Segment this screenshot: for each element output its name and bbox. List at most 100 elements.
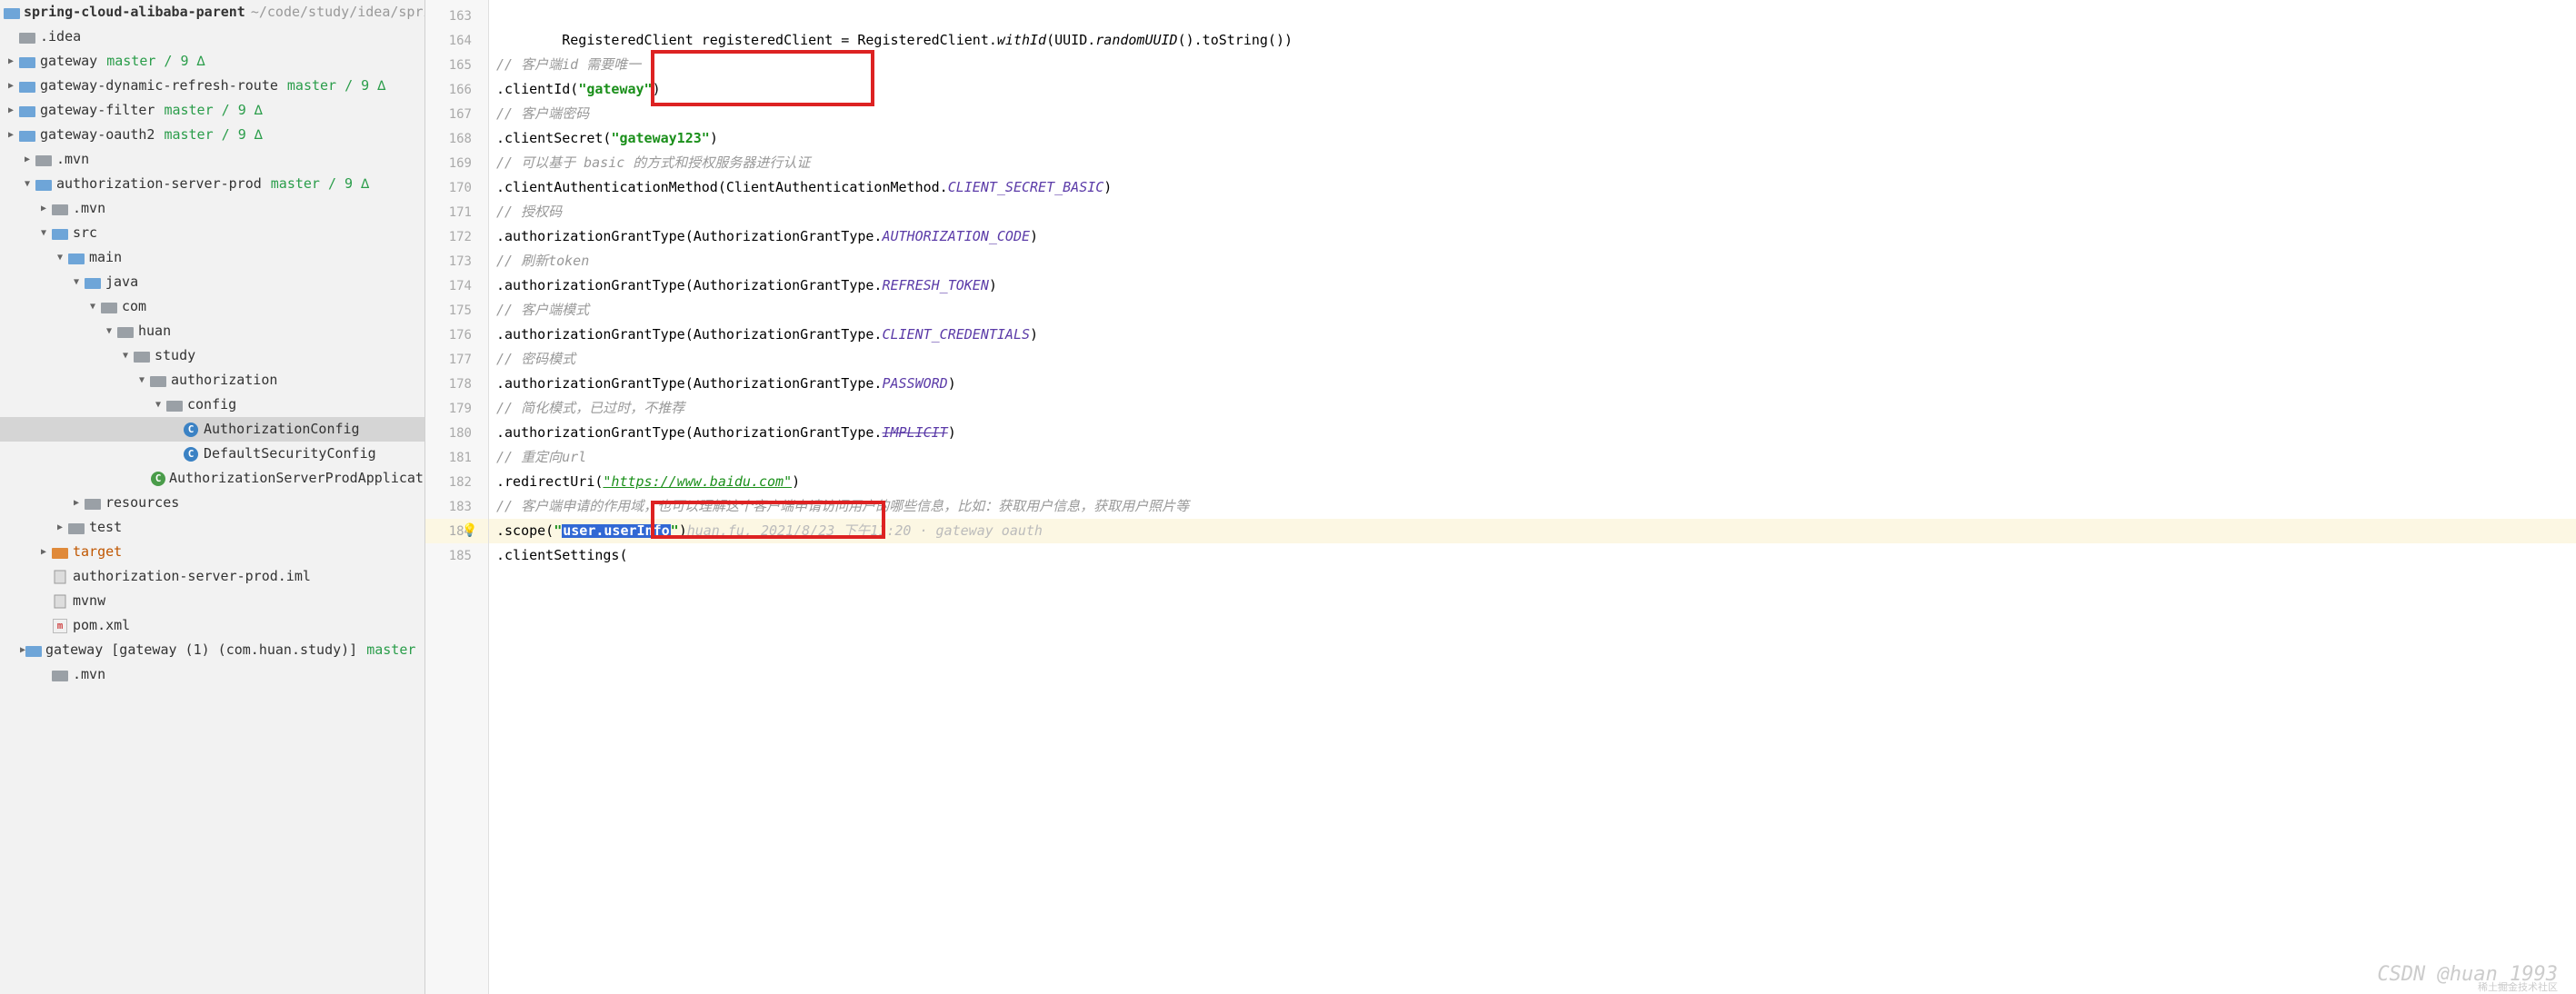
code-line-181[interactable]: // 重定向url <box>489 445 2576 470</box>
expand-arrow[interactable]: ▶ <box>69 499 84 508</box>
code-line-169[interactable]: // 可以基于 basic 的方式和授权服务器进行认证 <box>489 151 2576 175</box>
tree-item-study[interactable]: ▼study <box>0 343 424 368</box>
tree-item-mvnw[interactable]: mvnw <box>0 589 424 613</box>
folder-orange-icon <box>51 544 69 561</box>
tree-item-authorization-server-prod-iml[interactable]: authorization-server-prod.iml <box>0 564 424 589</box>
gutter-line-168[interactable]: 168 <box>425 126 488 151</box>
code-line-180[interactable]: .authorizationGrantType(AuthorizationGra… <box>489 421 2576 445</box>
gutter-line-167[interactable]: 167 <box>425 102 488 126</box>
tree-item-gateway[interactable]: ▶gatewaymaster / 9 ∆ <box>0 49 424 74</box>
project-tree[interactable]: spring-cloud-alibaba-parent ~/code/study… <box>0 0 425 994</box>
tree-item--mvn[interactable]: ▶ .mvn <box>0 196 424 221</box>
tree-item-com[interactable]: ▼com <box>0 294 424 319</box>
tree-item-config[interactable]: ▼config <box>0 393 424 417</box>
expand-arrow[interactable]: ▶ <box>36 548 51 557</box>
gutter-line-172[interactable]: 172 <box>425 224 488 249</box>
tree-item-pom-xml[interactable]: mpom.xml <box>0 613 424 638</box>
code-line-168[interactable]: .clientSecret("gateway123") <box>489 126 2576 151</box>
editor[interactable]: RegisteredClient registeredClient = Regi… <box>489 0 2576 994</box>
gutter-line-171[interactable]: 171 <box>425 200 488 224</box>
tree-item-label: DefaultSecurityConfig <box>204 447 376 461</box>
code-line-176[interactable]: .authorizationGrantType(AuthorizationGra… <box>489 323 2576 347</box>
tree-item-src[interactable]: ▼src <box>0 221 424 245</box>
gutter-line-180[interactable]: 180 <box>425 421 488 445</box>
expand-arrow[interactable]: ▼ <box>102 327 116 336</box>
tree-root[interactable]: spring-cloud-alibaba-parent ~/code/study… <box>0 0 424 25</box>
gutter-line-181[interactable]: 181 <box>425 445 488 470</box>
expand-arrow[interactable]: ▶ <box>20 155 35 164</box>
gutter-line-179[interactable]: 179 <box>425 396 488 421</box>
tree-item-gateway-oauth2[interactable]: ▶gateway-oauth2master / 9 ∆ <box>0 123 424 147</box>
expand-arrow[interactable]: ▼ <box>69 278 84 287</box>
gutter-line-166[interactable]: 166 <box>425 77 488 102</box>
gutter-line-176[interactable]: 176 <box>425 323 488 347</box>
tree-item-gateway--gateway--1---com-huan-study--[interactable]: ▶gateway [gateway (1) (com.huan.study)]m… <box>0 638 424 662</box>
code-line-175[interactable]: // 客户端模式 <box>489 298 2576 323</box>
tree-root-hint: ~/code/study/idea/sprin <box>251 5 425 19</box>
tree-item-huan[interactable]: ▼huan <box>0 319 424 343</box>
code-line-164[interactable]: RegisteredClient registeredClient = Regi… <box>489 28 2576 53</box>
gutter-line-170[interactable]: 170 <box>425 175 488 200</box>
gutter-line-185[interactable]: 185 <box>425 543 488 568</box>
tree-item-label: AuthorizationConfig <box>204 422 360 436</box>
expand-arrow[interactable]: ▶ <box>4 82 18 91</box>
tree-item-resources[interactable]: ▶resources <box>0 491 424 515</box>
code-line-173[interactable]: // 刷新token <box>489 249 2576 273</box>
gutter-line-182[interactable]: 182 <box>425 470 488 494</box>
gutter-line-163[interactable]: 163 <box>425 4 488 28</box>
tree-item-authorization[interactable]: ▼authorization <box>0 368 424 393</box>
code-line-170[interactable]: .clientAuthenticationMethod(ClientAuthen… <box>489 175 2576 200</box>
code-line-178[interactable]: .authorizationGrantType(AuthorizationGra… <box>489 372 2576 396</box>
tree-item-gateway-filter[interactable]: ▶gateway-filtermaster / 9 ∆ <box>0 98 424 123</box>
folder-blue-icon <box>67 250 85 266</box>
expand-arrow[interactable]: ▼ <box>36 229 51 238</box>
expand-arrow[interactable]: ▼ <box>85 303 100 312</box>
gutter-line-165[interactable]: 165 <box>425 53 488 77</box>
tree-item--mvn[interactable]: ▶.mvn <box>0 147 424 172</box>
gutter-line-183[interactable]: 183 <box>425 494 488 519</box>
expand-arrow[interactable]: ▶ <box>36 204 51 214</box>
code-line-163[interactable] <box>489 4 2576 28</box>
code-line-172[interactable]: .authorizationGrantType(AuthorizationGra… <box>489 224 2576 249</box>
tree-item-gateway-dynamic-refresh-route[interactable]: ▶gateway-dynamic-refresh-routemaster / 9… <box>0 74 424 98</box>
tree-item-label: .mvn <box>73 202 105 215</box>
expand-arrow[interactable]: ▼ <box>151 401 165 410</box>
gutter: 1631641651661671681691701711721731741751… <box>425 0 489 994</box>
tree-item-defaultsecurityconfig[interactable]: CDefaultSecurityConfig <box>0 442 424 466</box>
expand-arrow[interactable]: ▶ <box>4 131 18 140</box>
folder-gray-icon <box>100 299 118 315</box>
folder-gray-icon <box>51 667 69 683</box>
expand-arrow[interactable]: ▼ <box>135 376 149 385</box>
expand-arrow[interactable]: ▶ <box>4 57 18 66</box>
tree-item-java[interactable]: ▼java <box>0 270 424 294</box>
gutter-line-174[interactable]: 174 <box>425 273 488 298</box>
gutter-line-178[interactable]: 178 <box>425 372 488 396</box>
code-line-182[interactable]: .redirectUri("https://www.baidu.com") <box>489 470 2576 494</box>
gutter-line-173[interactable]: 173 <box>425 249 488 273</box>
tree-item-authorizationserverprodapplicati[interactable]: CAuthorizationServerProdApplicati <box>0 466 424 491</box>
gutter-line-175[interactable]: 175 <box>425 298 488 323</box>
folder-gray-icon <box>67 520 85 536</box>
tree-item--idea[interactable]: .idea <box>0 25 424 49</box>
code-line-179[interactable]: // 简化模式，已过时，不推荐 <box>489 396 2576 421</box>
tree-item-test[interactable]: ▶test <box>0 515 424 540</box>
gutter-line-164[interactable]: 164 <box>425 28 488 53</box>
expand-arrow[interactable]: ▼ <box>20 180 35 189</box>
code-line-177[interactable]: // 密码模式 <box>489 347 2576 372</box>
code-line-174[interactable]: .authorizationGrantType(AuthorizationGra… <box>489 273 2576 298</box>
tree-item-main[interactable]: ▼main <box>0 245 424 270</box>
gutter-line-169[interactable]: 169 <box>425 151 488 175</box>
gutter-line-177[interactable]: 177 <box>425 347 488 372</box>
code-line-171[interactable]: // 授权码 <box>489 200 2576 224</box>
tree-item-authorization-server-prod[interactable]: ▼authorization-server-prodmaster / 9 ∆ <box>0 172 424 196</box>
tree-item--mvn[interactable]: .mvn <box>0 662 424 687</box>
code-line-185[interactable]: .clientSettings( <box>489 543 2576 568</box>
tree-item-target[interactable]: ▶target <box>0 540 424 564</box>
expand-arrow[interactable]: ▶ <box>53 523 67 532</box>
expand-arrow[interactable]: ▼ <box>53 253 67 263</box>
expand-arrow[interactable]: ▼ <box>118 352 133 361</box>
expand-arrow[interactable]: ▶ <box>4 106 18 115</box>
intention-bulb-icon[interactable]: 💡 <box>462 524 477 537</box>
tree-item-authorizationconfig[interactable]: CAuthorizationConfig <box>0 417 424 442</box>
gutter-line-184[interactable]: 184💡 <box>425 519 488 543</box>
